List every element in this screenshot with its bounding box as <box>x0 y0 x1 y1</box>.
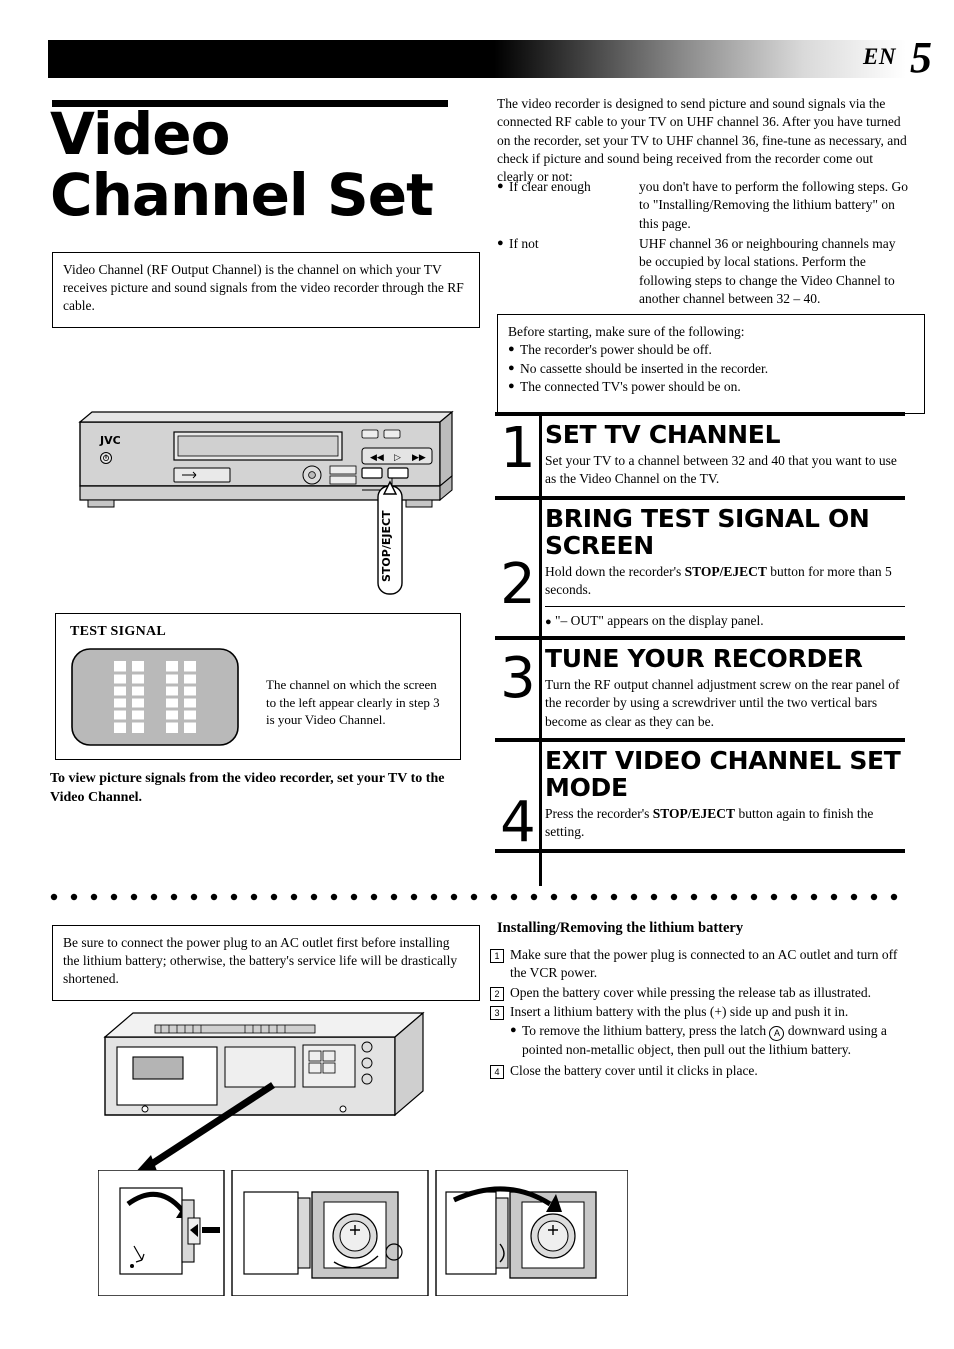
bullet-icon: ● <box>510 1024 517 1037</box>
lithium-step-number: 1 <box>490 946 510 983</box>
test-signal-text: The channel on which the screen to the l… <box>266 677 440 728</box>
step-sub-note: ● "– OUT" appears on the display panel. <box>545 607 905 635</box>
step-body: Hold down the recorder's STOP/EJECT butt… <box>545 563 905 600</box>
step-sub-text: "– OUT" appears on the display panel. <box>555 613 764 629</box>
step-number-box: 1 <box>490 949 504 963</box>
lithium-step-item: 2 Open the battery cover while pressing … <box>490 984 910 1002</box>
right-intro-text: The video recorder is designed to send p… <box>497 96 907 185</box>
lithium-sub-pre: To remove the lithium battery, press the… <box>522 1023 770 1039</box>
svg-text:◀◀: ◀◀ <box>370 453 384 463</box>
step-divider <box>495 635 905 640</box>
condition-row: ● If clear enough you don't have to perf… <box>497 178 909 233</box>
bullet-icon: ● <box>508 343 515 356</box>
lithium-step-text: Close the battery cover until it clicks … <box>510 1062 758 1078</box>
step-number-box: 4 <box>490 1064 504 1079</box>
bullet-icon: ● <box>508 380 515 393</box>
step-heading: EXIT VIDEO CHANNEL SET MODE <box>545 745 901 802</box>
bullet-icon: ● <box>497 180 504 192</box>
condition-term: If clear enough <box>509 179 591 194</box>
warning-box: Be sure to connect the power plug to an … <box>52 925 480 1001</box>
svg-text:▶▶: ▶▶ <box>412 453 426 463</box>
lithium-step-item: 4 Close the battery cover until it click… <box>490 1062 910 1080</box>
warning-box-text: Be sure to connect the power plug to an … <box>63 935 458 987</box>
step-body-pre: Hold down the recorder's <box>545 563 685 579</box>
step-number: 2 <box>500 551 536 617</box>
step-body-bold: STOP/EJECT <box>684 563 767 579</box>
bullet-icon: ● <box>545 616 552 629</box>
page-title: Video Channel Set <box>50 100 470 230</box>
lithium-step-number: 2 <box>490 984 510 1002</box>
lithium-section-title: Installing/Removing the lithium battery <box>497 920 744 936</box>
lithium-steps-list: 1 Make sure that the power plug is conne… <box>490 946 910 1081</box>
before-starting-item-text: The recorder's power should be off. <box>520 342 712 358</box>
before-starting-item-text: The connected TV's power should be on. <box>520 379 741 395</box>
battery-install-illustration <box>98 1170 628 1296</box>
step-heading: BRING TEST SIGNAL ON SCREEN <box>545 503 870 560</box>
lithium-step-item: 3 Insert a lithium battery with the plus… <box>490 1003 910 1021</box>
step-divider <box>495 495 905 500</box>
vcr-rear-illustration <box>95 1005 425 1175</box>
step-divider <box>495 848 905 853</box>
step-number: 4 <box>500 789 536 855</box>
step-body-pre: Press the recorder's <box>545 805 653 821</box>
before-starting-lead: Before starting, make sure of the follow… <box>508 324 745 339</box>
lithium-step-text: Open the battery cover while pressing th… <box>510 984 871 1000</box>
lithium-step-text: Insert a lithium battery with the plus (… <box>510 1004 849 1020</box>
step-body: Turn the RF output channel adjustment sc… <box>545 676 900 729</box>
lithium-sub-note: ● To remove the lithium battery, press t… <box>510 1022 910 1059</box>
vcr-front-illustration: JVC ◀◀ ▷ ▶▶ STOP/EJECT <box>62 404 458 604</box>
step-number: 3 <box>500 645 536 711</box>
step-heading: TUNE YOUR RECORDER <box>545 643 863 673</box>
left-note: To view picture signals from the video r… <box>50 771 445 805</box>
step-item-1: 1 SET TV CHANNEL Set your TV to a channe… <box>495 421 905 489</box>
step-number-box: 2 <box>490 986 504 1001</box>
step-body-bold: STOP/EJECT <box>652 805 736 821</box>
condition-body: UHF channel 36 or neighbouring channels … <box>639 236 896 307</box>
test-signal-screen <box>70 647 240 747</box>
svg-text:JVC: JVC <box>99 434 121 447</box>
intro-box: Video Channel (RF Output Channel) is the… <box>52 252 480 328</box>
page-title-line1: Video <box>50 100 230 168</box>
page-number: 5 <box>910 33 932 82</box>
step-item-4: 4 EXIT VIDEO CHANNEL SET MODE Press the … <box>495 745 905 851</box>
dotted-divider <box>50 892 906 902</box>
before-starting-item: ● The recorder's power should be off. <box>508 341 914 359</box>
conditions-list: ● If clear enough you don't have to perf… <box>497 178 909 311</box>
before-starting-item: ● No cassette should be inserted in the r… <box>508 360 914 378</box>
step-body: Set your TV to a channel between 32 and … <box>545 453 897 487</box>
header-en-label: EN <box>863 44 896 69</box>
step-heading: SET TV CHANNEL <box>545 420 781 449</box>
svg-text:▷: ▷ <box>394 453 401 463</box>
condition-body: you don't have to perform the following … <box>639 179 909 231</box>
latch-mark-icon: A <box>769 1026 785 1042</box>
stop-eject-callout-label: STOP/EJECT <box>380 510 393 582</box>
step-body: Press the recorder's STOP/EJECT button a… <box>545 805 905 842</box>
lithium-step-text: Make sure that the power plug is connect… <box>510 947 898 981</box>
lithium-step-number: 4 <box>490 1062 510 1080</box>
lithium-step-item: 1 Make sure that the power plug is conne… <box>490 946 910 983</box>
bullet-icon: ● <box>497 237 504 250</box>
step-item-3: 3 TUNE YOUR RECORDER Turn the RF output … <box>495 645 905 731</box>
test-signal-title: TEST SIGNAL <box>70 624 167 639</box>
intro-box-text: Video Channel (RF Output Channel) is the… <box>63 262 464 314</box>
before-starting-box: Before starting, make sure of the follow… <box>497 314 925 414</box>
before-starting-item: ● The connected TV's power should be on. <box>508 378 914 396</box>
step-divider <box>495 737 905 742</box>
step-number-box: 3 <box>490 1006 504 1021</box>
steps-list: 1 SET TV CHANNEL Set your TV to a channe… <box>495 412 905 853</box>
lithium-step-number: 3 <box>490 1003 510 1021</box>
bullet-icon: ● <box>508 361 515 374</box>
condition-term: If not <box>509 236 539 252</box>
page-title-line2: Channel Set <box>50 161 434 230</box>
condition-row: ● If not UHF channel 36 or neighbouring … <box>497 235 909 308</box>
step-divider <box>495 412 905 416</box>
step-number: 1 <box>500 416 536 481</box>
test-signal-box: TEST SIGNAL The channel on which the scr… <box>55 613 461 760</box>
lithium-sub-note-text: To remove the lithium battery, press the… <box>522 1022 910 1059</box>
step-item-2: 2 BRING TEST SIGNAL ON SCREEN Hold down … <box>495 505 905 636</box>
header-gradient-bar <box>48 40 906 78</box>
before-starting-item-text: No cassette should be inserted in the re… <box>520 360 769 376</box>
